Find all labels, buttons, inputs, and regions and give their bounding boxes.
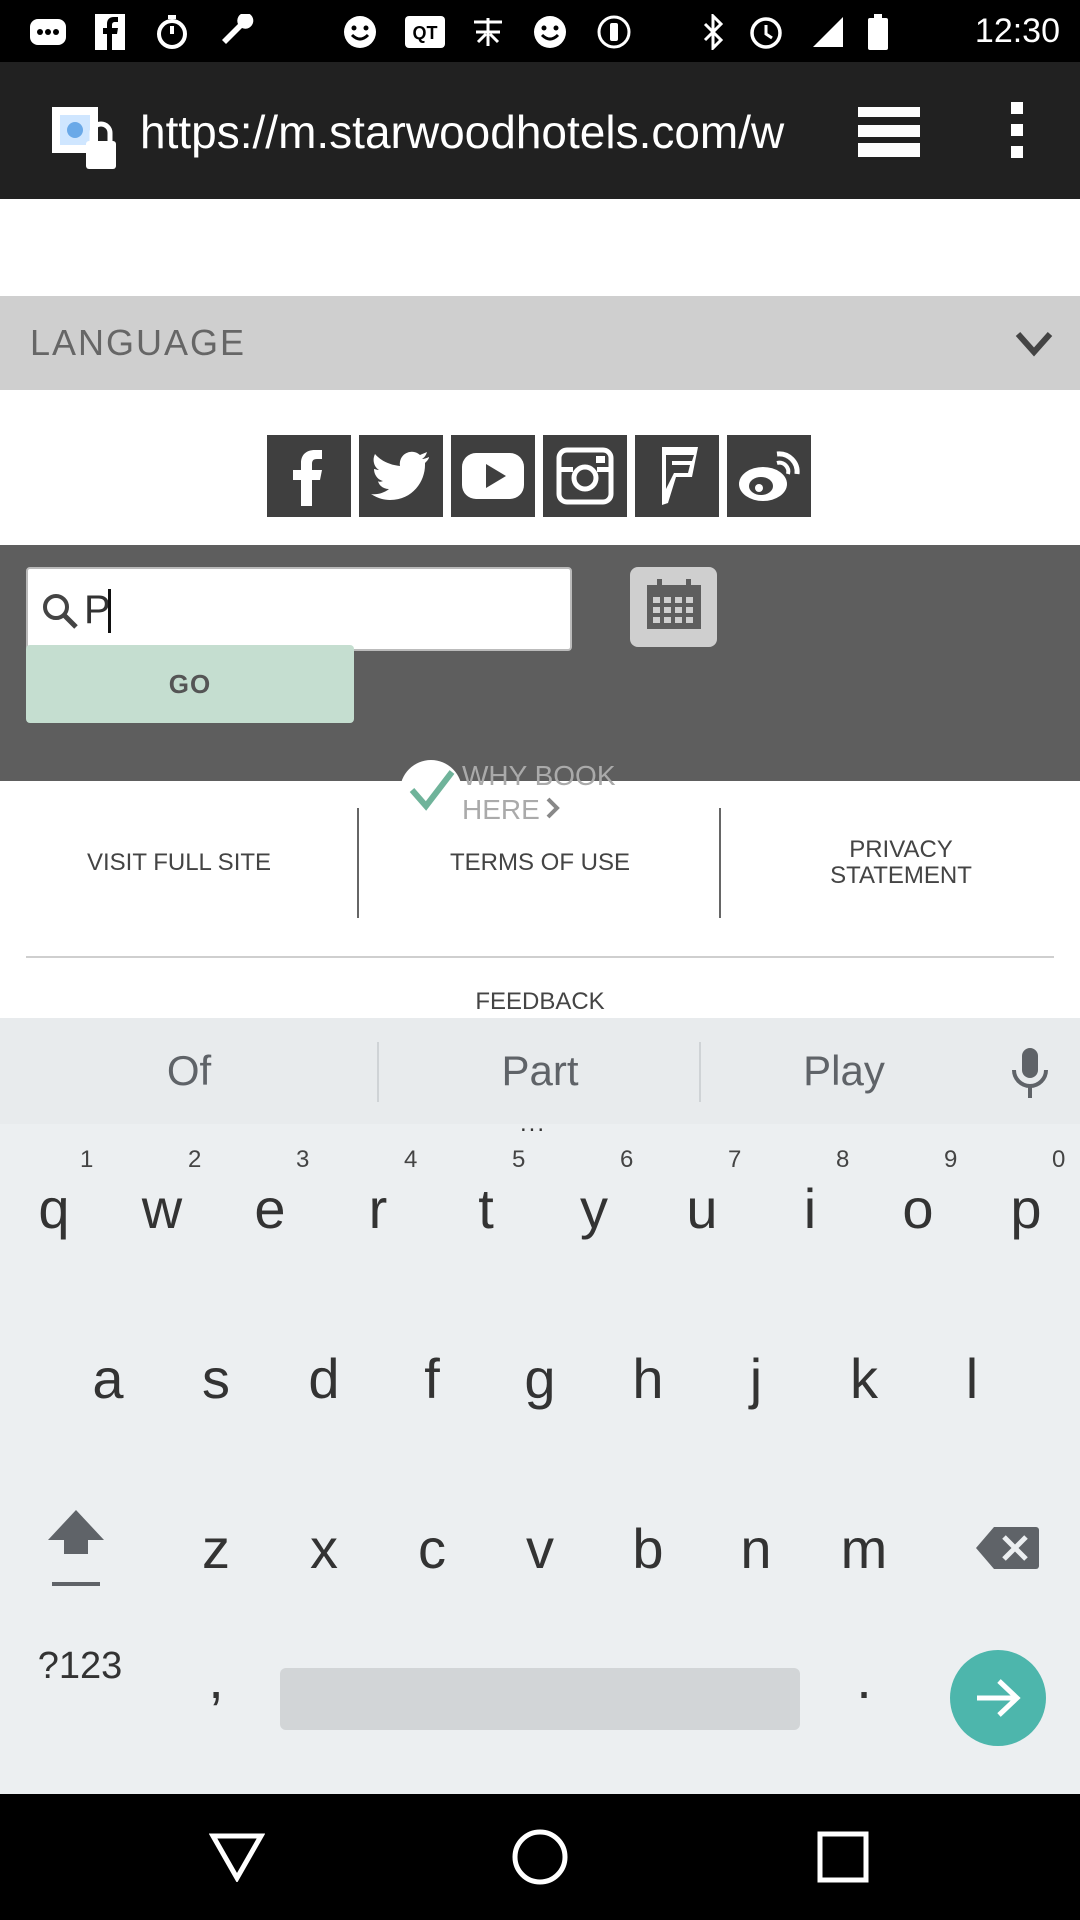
instagram-icon[interactable] bbox=[543, 435, 627, 517]
back-icon[interactable] bbox=[204, 1824, 270, 1890]
svg-text:QT: QT bbox=[413, 23, 438, 43]
key-z[interactable]: z bbox=[166, 1488, 266, 1608]
chinese-app-icon bbox=[468, 12, 508, 52]
suggestion-1[interactable]: Of bbox=[0, 1018, 378, 1124]
status-time: 12:30 bbox=[974, 12, 1060, 50]
search-input-value: P bbox=[84, 588, 111, 632]
key-g[interactable]: g bbox=[490, 1318, 590, 1438]
browser-toolbar: https://m.starwoodhotels.com/w bbox=[0, 62, 1080, 199]
key-hint-9: 9 bbox=[944, 1146, 958, 1173]
signal-icon bbox=[808, 12, 848, 52]
key-hint-4: 4 bbox=[404, 1146, 418, 1173]
timer-icon bbox=[152, 12, 192, 52]
battery-icon bbox=[858, 12, 898, 52]
feedback-link[interactable]: FEEDBACK bbox=[0, 988, 1080, 1016]
key-h[interactable]: h bbox=[598, 1318, 698, 1438]
booking-panel: P GO bbox=[0, 545, 1080, 781]
lock-icon[interactable] bbox=[50, 107, 120, 172]
divider bbox=[357, 808, 359, 918]
key-a[interactable]: a bbox=[58, 1318, 158, 1438]
facebook-icon bbox=[90, 12, 130, 52]
status-bar: QT 12:30 bbox=[0, 0, 1080, 62]
info-icon bbox=[594, 12, 634, 52]
privacy-line-1: PRIVACY bbox=[849, 836, 953, 863]
key-v[interactable]: v bbox=[490, 1488, 590, 1608]
key-hint-0: 0 bbox=[1052, 1146, 1066, 1173]
key-d[interactable]: d bbox=[274, 1318, 374, 1438]
key-x[interactable]: x bbox=[274, 1488, 374, 1608]
twitter-icon[interactable] bbox=[359, 435, 443, 517]
weibo-icon[interactable] bbox=[727, 435, 811, 517]
facebook-icon[interactable] bbox=[267, 435, 351, 517]
key-j[interactable]: j bbox=[706, 1318, 806, 1438]
alarm-icon bbox=[746, 12, 786, 52]
recents-icon[interactable] bbox=[810, 1824, 876, 1890]
key-hint-8: 8 bbox=[836, 1146, 850, 1173]
chevron-down-icon bbox=[1014, 326, 1054, 360]
foursquare-icon[interactable] bbox=[635, 435, 719, 517]
why-book-label: WHY BOOK bbox=[462, 760, 616, 791]
emoji-icon-2 bbox=[530, 12, 570, 52]
search-input[interactable]: P bbox=[26, 567, 572, 651]
key-l[interactable]: l bbox=[922, 1318, 1022, 1438]
shift-key[interactable] bbox=[26, 1488, 126, 1608]
calendar-icon bbox=[645, 578, 703, 636]
youtube-icon[interactable] bbox=[451, 435, 535, 517]
emoji-icon bbox=[340, 12, 380, 52]
soft-keyboard: Of Part Play ... q1w2e3r4t5y6u7i8o9p0 as… bbox=[0, 1018, 1080, 1794]
privacy-line-2: STATEMENT bbox=[830, 862, 972, 889]
key-c[interactable]: c bbox=[382, 1488, 482, 1608]
divider bbox=[719, 808, 721, 918]
microphone-icon[interactable] bbox=[1010, 1048, 1050, 1100]
visit-full-site-link[interactable]: VISIT FULL SITE bbox=[0, 808, 358, 918]
symbols-key[interactable]: ?123 bbox=[20, 1636, 140, 1696]
key-b[interactable]: b bbox=[598, 1488, 698, 1608]
social-links bbox=[267, 435, 811, 517]
divider bbox=[699, 1042, 701, 1102]
key-hint-6: 6 bbox=[620, 1146, 634, 1173]
text-cursor bbox=[108, 589, 111, 633]
bluetooth-icon bbox=[693, 12, 733, 52]
key-hint-2: 2 bbox=[188, 1146, 202, 1173]
space-bar[interactable] bbox=[280, 1668, 800, 1730]
key-m[interactable]: m bbox=[814, 1488, 914, 1608]
key-f[interactable]: f bbox=[382, 1318, 482, 1438]
key-s[interactable]: s bbox=[166, 1318, 266, 1438]
divider bbox=[26, 956, 1054, 958]
overflow-menu-icon[interactable] bbox=[1004, 100, 1030, 160]
language-label: LANGUAGE bbox=[30, 322, 247, 363]
language-selector[interactable]: LANGUAGE bbox=[0, 296, 1080, 390]
terms-of-use-link[interactable]: TERMS OF USE bbox=[360, 808, 720, 918]
enter-key[interactable] bbox=[950, 1650, 1046, 1746]
home-icon[interactable] bbox=[507, 1824, 573, 1890]
period-key[interactable]: . bbox=[814, 1618, 914, 1738]
url-field[interactable]: https://m.starwoodhotels.com/w bbox=[140, 102, 805, 162]
search-icon bbox=[40, 591, 80, 631]
privacy-statement-link[interactable]: PRIVACY STATEMENT bbox=[722, 808, 1080, 918]
suggestion-2[interactable]: Part bbox=[380, 1018, 700, 1124]
key-n[interactable]: n bbox=[706, 1488, 806, 1608]
key-hint-5: 5 bbox=[512, 1146, 526, 1173]
navigation-bar bbox=[0, 1794, 1080, 1920]
tabs-icon[interactable] bbox=[858, 107, 920, 157]
comma-key[interactable]: , bbox=[166, 1618, 266, 1738]
go-button[interactable]: GO bbox=[26, 645, 354, 723]
more-suggestions-indicator[interactable]: ... bbox=[520, 1110, 546, 1138]
key-hint-3: 3 bbox=[296, 1146, 310, 1173]
messages-icon bbox=[28, 12, 68, 52]
suggestion-3[interactable]: Play bbox=[702, 1018, 986, 1124]
backspace-key[interactable] bbox=[962, 1488, 1052, 1608]
divider bbox=[377, 1042, 379, 1102]
key-k[interactable]: k bbox=[814, 1318, 914, 1438]
suggestion-strip: Of Part Play ... bbox=[0, 1018, 1080, 1137]
key-hint-7: 7 bbox=[728, 1146, 742, 1173]
qt-icon: QT bbox=[405, 12, 445, 52]
key-hint-1: 1 bbox=[80, 1146, 94, 1173]
calendar-button[interactable] bbox=[630, 567, 717, 647]
wrench-icon bbox=[218, 12, 258, 52]
footer-links: VISIT FULL SITE TERMS OF USE PRIVACY STA… bbox=[0, 808, 1080, 918]
